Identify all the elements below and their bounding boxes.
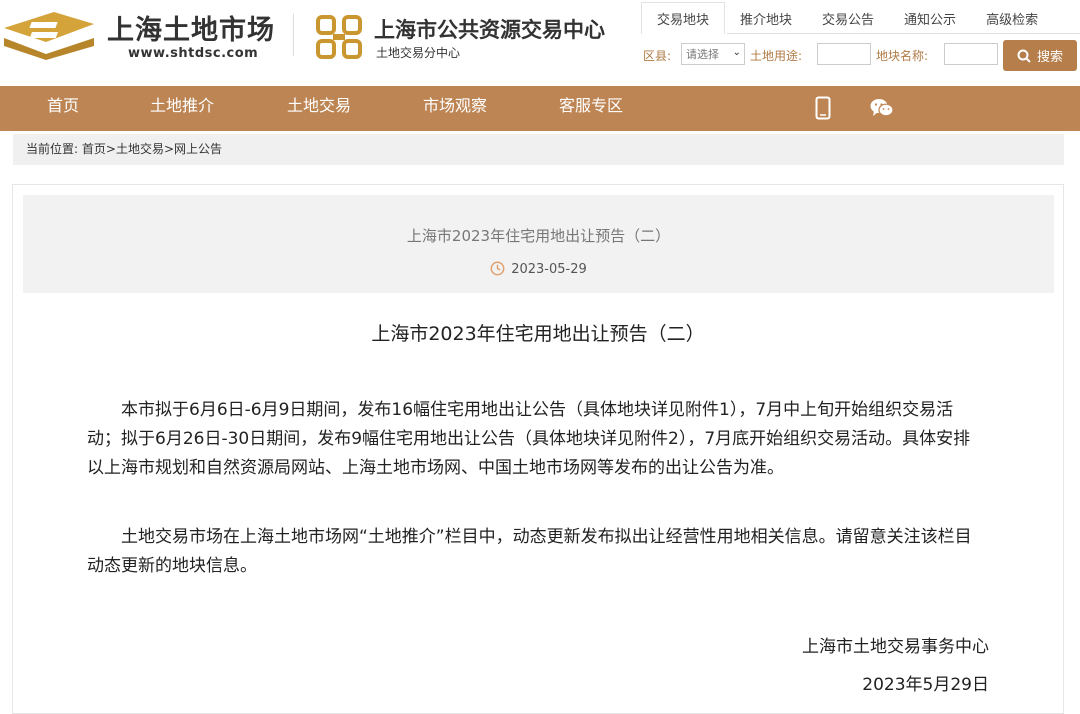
search-form: 区县: 请选择 ⌄ 土地用途: 地块名称: 搜索 <box>641 40 1080 71</box>
site-header: 上海土地市场 www.shtdsc.com 上海市公共资源交易中心 土地交易分中… <box>0 0 1080 86</box>
article-header-title: 上海市2023年住宅用地出让预告（二） <box>406 227 671 245</box>
center-title: 上海市公共资源交易中心 <box>374 18 605 42</box>
nav-market-watch[interactable]: 市场观察 <box>423 86 487 131</box>
chevron-down-icon: ⌄ <box>732 47 741 58</box>
plot-name-input[interactable] <box>944 43 998 65</box>
signature-organization: 上海市土地交易事务中心 <box>802 637 989 657</box>
district-select-value: 请选择 <box>686 48 719 61</box>
exchange-center-logo-icon[interactable] <box>315 14 363 60</box>
article-date: 2023-05-29 <box>23 261 1054 277</box>
article-title: 上海市2023年住宅用地出让预告（二） <box>371 323 705 345</box>
header-divider <box>293 14 294 56</box>
breadcrumb-land-trade[interactable]: 土地交易 <box>116 142 164 156</box>
tab-promoted-plots[interactable]: 推介地块 <box>725 2 807 34</box>
article-paragraph: 本市拟于6月6日-6月9日期间，发布16幅住宅用地出让公告（具体地块详见附件1）… <box>87 400 971 478</box>
search-tabs: 交易地块 推介地块 交易公告 通知公示 高级检索 <box>641 2 1053 34</box>
wechat-icon[interactable] <box>870 98 894 118</box>
breadcrumb-home[interactable]: 首页 <box>82 142 106 156</box>
breadcrumb: 当前位置: 首页>土地交易>网上公告 <box>13 134 1064 165</box>
search-icon <box>1017 49 1031 63</box>
nav-customer-service[interactable]: 客服专区 <box>559 86 623 131</box>
article-container: 上海市2023年住宅用地出让预告（二） 2023-05-29 上海市2023年住… <box>12 184 1064 714</box>
article-date-text: 2023-05-29 <box>511 262 587 277</box>
breadcrumb-separator: > <box>163 142 175 156</box>
nav-home[interactable]: 首页 <box>47 86 79 131</box>
signature-date: 2023年5月29日 <box>862 675 989 695</box>
tab-trade-notices[interactable]: 交易公告 <box>807 2 889 34</box>
breadcrumb-prefix: 当前位置: <box>26 142 79 156</box>
tab-trade-plots[interactable]: 交易地块 <box>641 2 726 34</box>
search-button-label: 搜索 <box>1036 50 1063 65</box>
nav-land-trade[interactable]: 土地交易 <box>287 86 351 131</box>
main-nav: 首页 土地推介 土地交易 市场观察 客服专区 <box>0 86 1080 131</box>
brand-title[interactable]: 上海土地市场 <box>107 8 275 47</box>
land-use-label: 土地用途: <box>750 49 803 63</box>
tab-advanced-search[interactable]: 高级检索 <box>971 2 1053 34</box>
tabs-divider <box>727 33 1080 34</box>
plot-name-label: 地块名称: <box>876 49 929 63</box>
district-label: 区县: <box>643 49 672 63</box>
brand-url: www.shtdsc.com <box>128 46 259 61</box>
center-subtitle: 土地交易分中心 <box>376 46 461 60</box>
article-paragraph: 土地交易市场在上海土地市场网“土地推介”栏目中，动态更新发布拟出让经营性用地相关… <box>87 527 972 576</box>
district-select[interactable]: 请选择 ⌄ <box>681 43 745 65</box>
nav-land-promotion[interactable]: 土地推介 <box>150 86 214 131</box>
breadcrumb-online-notices[interactable]: 网上公告 <box>174 142 222 156</box>
search-button[interactable]: 搜索 <box>1003 40 1077 71</box>
mobile-icon[interactable] <box>815 96 831 120</box>
breadcrumb-separator: > <box>105 142 116 156</box>
tab-announcements[interactable]: 通知公示 <box>889 2 971 34</box>
shtdsc-logo-icon[interactable] <box>2 10 97 60</box>
article-header: 上海市2023年住宅用地出让预告（二） 2023-05-29 <box>23 195 1054 293</box>
clock-icon <box>490 261 505 276</box>
land-use-input[interactable] <box>817 43 871 65</box>
